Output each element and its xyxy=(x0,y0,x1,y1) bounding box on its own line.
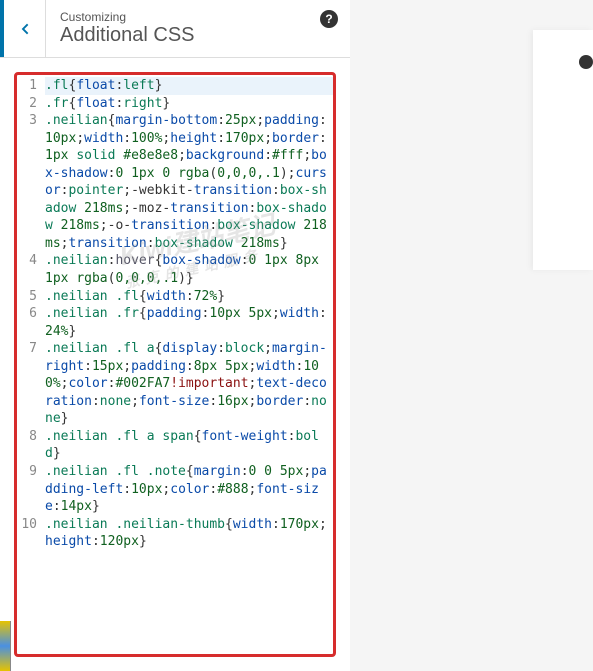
line-number: 4 xyxy=(17,252,45,287)
preview-area xyxy=(350,0,593,671)
code-line[interactable]: 9.neilian .fl .note{margin:0 0 5px;paddi… xyxy=(17,463,333,516)
code-line[interactable]: 3.neilian{margin-bottom:25px;padding:10p… xyxy=(17,112,333,252)
line-number: 2 xyxy=(17,95,45,113)
code-line[interactable]: 5.neilian .fl{width:72%} xyxy=(17,288,333,306)
customizer-panel: Customizing Additional CSS ? 1.fl{float:… xyxy=(0,0,350,671)
page-title: Additional CSS xyxy=(60,24,336,47)
breadcrumb: Customizing xyxy=(60,10,336,24)
code-content[interactable]: .neilian .fl a{display:block;margin-righ… xyxy=(45,340,333,428)
code-line[interactable]: 10.neilian .neilian-thumb{width:170px;he… xyxy=(17,516,333,551)
title-area: Customizing Additional CSS ? xyxy=(46,0,350,57)
line-number: 5 xyxy=(17,288,45,306)
code-content[interactable]: .neilian{margin-bottom:25px;padding:10px… xyxy=(45,112,333,252)
code-content[interactable]: .fl{float:left} xyxy=(45,77,333,95)
code-line[interactable]: 8.neilian .fl a span{font-weight:bold} xyxy=(17,428,333,463)
chevron-left-icon xyxy=(17,21,33,37)
back-button[interactable] xyxy=(0,0,46,57)
line-number: 3 xyxy=(17,112,45,252)
line-number: 10 xyxy=(17,516,45,551)
code-line[interactable]: 2.fr{float:right} xyxy=(17,95,333,113)
customizer-window: Customizing Additional CSS ? 1.fl{float:… xyxy=(0,0,593,671)
code-content[interactable]: .fr{float:right} xyxy=(45,95,333,113)
code-content[interactable]: .neilian .fl .note{margin:0 0 5px;paddin… xyxy=(45,463,333,516)
line-number: 7 xyxy=(17,340,45,428)
code-line[interactable]: 7.neilian .fl a{display:block;margin-rig… xyxy=(17,340,333,428)
line-number: 1 xyxy=(17,77,45,95)
line-number: 9 xyxy=(17,463,45,516)
help-button[interactable]: ? xyxy=(320,10,338,28)
code-content[interactable]: .neilian .neilian-thumb{width:170px;heig… xyxy=(45,516,333,551)
code-content[interactable]: .neilian:hover{box-shadow:0 1px 8px 1px … xyxy=(45,252,333,287)
preview-dot xyxy=(579,55,593,69)
code-line[interactable]: 1.fl{float:left} xyxy=(17,77,333,95)
code-content[interactable]: .neilian .fl a span{font-weight:bold} xyxy=(45,428,333,463)
code-content[interactable]: .neilian .fr{padding:10px 5px;width:24%} xyxy=(45,305,333,340)
code-line[interactable]: 6.neilian .fr{padding:10px 5px;width:24%… xyxy=(17,305,333,340)
line-number: 8 xyxy=(17,428,45,463)
code-line[interactable]: 4.neilian:hover{box-shadow:0 1px 8px 1px… xyxy=(17,252,333,287)
panel-header: Customizing Additional CSS ? xyxy=(0,0,350,58)
css-editor[interactable]: 1.fl{float:left}2.fr{float:right}3.neili… xyxy=(14,72,336,657)
line-number: 6 xyxy=(17,305,45,340)
code-content[interactable]: .neilian .fl{width:72%} xyxy=(45,288,333,306)
